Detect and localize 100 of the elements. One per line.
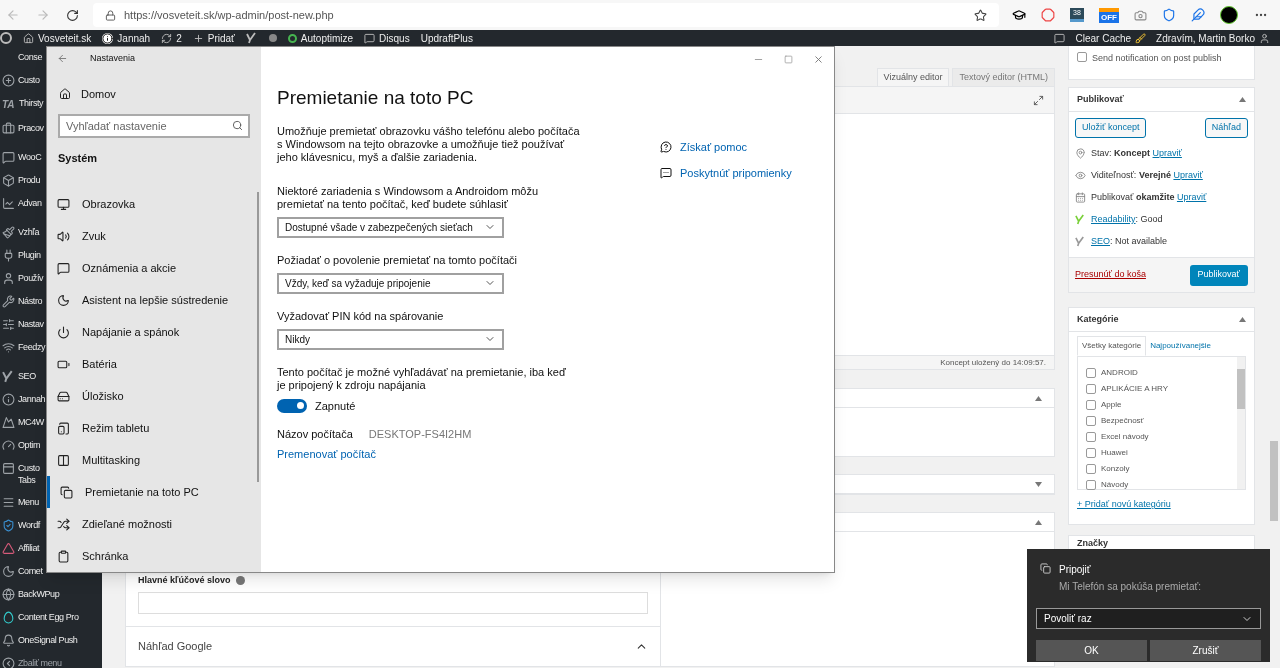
admin-menu-item[interactable]: BackWPup [18,588,60,600]
checkbox[interactable] [1086,368,1096,378]
admin-menu-item[interactable]: OneSignal Push [18,634,78,646]
nav-item[interactable]: Schránka [47,540,261,572]
checkbox[interactable] [1086,400,1096,410]
admin-menu-item[interactable]: Nastav [18,318,44,330]
stop-icon[interactable] [1041,8,1055,22]
nav-item[interactable]: Obrazovka [47,188,261,220]
collapse-arrow-icon[interactable] [1239,317,1246,322]
admin-menu-item[interactable]: Advan [18,197,42,209]
dropdown[interactable]: Dostupné všade v zabezpečených sieťach [277,216,504,238]
reload-icon[interactable] [66,8,79,22]
admin-menu-item[interactable]: Content Egg Pro [18,611,79,623]
admin-bar-link[interactable]: Zdravím, Martin Borko [1156,30,1255,46]
admin-bar-link[interactable]: Disqus [379,30,410,46]
address-field[interactable]: https://vosveteit.sk/wp-admin/post-new.php [93,3,999,27]
close-icon[interactable] [813,53,824,65]
dropdown[interactable]: Povoliť raz [1036,608,1261,629]
logo-icon[interactable] [0,32,12,44]
help-link[interactable]: Poskytnúť pripomienky [680,164,792,181]
admin-menu-item[interactable]: MC4W [18,416,44,428]
camera-icon[interactable] [1134,8,1147,22]
admin-bar-link[interactable]: Pridať [207,30,235,46]
admin-bar-link[interactable]: Vosveteit.sk [38,30,92,46]
scrollbar[interactable] [257,192,259,482]
dropdown[interactable]: Vždy, keď sa vyžaduje pripojenie [277,272,504,294]
admin-menu-item[interactable]: Thirsty [19,97,44,109]
tag-icon[interactable]: OFF [1099,7,1119,23]
checkbox[interactable] [1077,52,1087,62]
admin-menu-item[interactable]: Wordf [18,519,40,531]
admin-menu-item[interactable]: Custo [18,74,40,86]
admin-menu-item[interactable]: Comet [18,565,43,577]
help-link[interactable]: Získať pomoc [680,139,748,156]
admin-menu-item[interactable]: Pracov [18,122,44,134]
admin-menu-item[interactable]: Menu [18,496,39,508]
checkbox[interactable] [1086,432,1096,442]
home-link[interactable]: Domov [81,85,116,103]
nav-item[interactable]: Multitasking [47,444,261,476]
rename-link[interactable]: Premenovať počítač [277,445,657,462]
admin-menu-item[interactable]: Produ [18,174,41,186]
star-icon[interactable] [974,8,987,22]
edit-link[interactable]: Upraviť [1173,169,1203,180]
toast-button[interactable]: Zrušiť [1150,640,1261,661]
edit-link[interactable]: Upraviť [1176,191,1207,202]
admin-bar-link[interactable]: UpdraftPlus [420,30,473,46]
graduation-cap-icon[interactable] [1012,8,1026,22]
status-link[interactable]: SEO [1091,235,1110,246]
nav-item[interactable]: Režim tabletu [47,412,261,444]
feather-icon[interactable] [1191,8,1205,22]
admin-menu-item[interactable]: Custo Tabs [18,462,40,486]
toast-button[interactable]: OK [1036,640,1147,661]
expand-arrow-icon[interactable] [1035,481,1042,487]
status-link[interactable]: Readability [1091,213,1136,224]
checkbox[interactable] [1086,464,1096,474]
shield-icon[interactable] [1162,8,1176,22]
editor-tab[interactable]: Vizuálny editor [876,68,950,86]
avatar-icon[interactable] [1220,6,1238,24]
nav-item[interactable]: Oznámenia a akcie [47,252,261,284]
checkbox[interactable] [1086,416,1096,426]
category-tab[interactable]: Všetky kategórie [1077,336,1147,356]
admin-menu-item[interactable]: Affiliat [18,542,40,554]
checkbox[interactable] [1086,384,1096,394]
collapse-arrow-icon[interactable] [1035,395,1042,401]
back-icon[interactable] [57,52,68,64]
nav-item[interactable]: Batéria [47,348,261,380]
admin-bar-link[interactable]: Autoptimize [300,30,354,46]
admin-menu-item[interactable]: WooC [18,151,42,163]
admin-menu-item[interactable]: Nástro [18,295,43,307]
category-tab[interactable]: Najpoužívanejšie [1146,336,1216,356]
collapse-arrow-icon[interactable] [1239,97,1246,102]
nav-item[interactable]: Zdieľané možnosti [47,508,261,540]
keyword-input[interactable] [138,591,648,614]
checkbox[interactable] [1086,448,1096,458]
nav-item[interactable]: Úložisko [47,380,261,412]
dropdown[interactable]: Nikdy [277,328,504,350]
admin-menu-item[interactable]: Jannah [18,393,46,405]
trash-link[interactable]: Presunúť do koša [1075,268,1146,282]
help-icon[interactable] [235,576,245,586]
admin-menu-item[interactable]: Conse [18,51,43,63]
search-field[interactable]: Vyhľadať nastavenie [58,113,250,138]
collapse-arrow-icon[interactable] [1035,519,1042,525]
admin-bar-link[interactable]: Jannah [117,30,151,46]
add-category-link[interactable]: + Pridať novú kategóriu [1069,490,1254,512]
admin-menu-item[interactable]: Použív [18,272,44,284]
admin-menu-item[interactable]: Vzhľa [18,226,40,238]
publish-button[interactable]: Publikovať [1189,264,1248,286]
admin-menu-item[interactable]: SEO [18,370,36,382]
editor-tab[interactable]: Textový editor (HTML) [952,68,1055,86]
nav-item[interactable]: Zvuk [47,220,261,252]
preview-button[interactable]: Náhľad [1204,118,1248,138]
checkbox[interactable] [1086,480,1096,490]
admin-bar-link[interactable]: 2 [176,30,182,46]
nav-item[interactable]: Napájanie a spánok [47,316,261,348]
toggle-switch[interactable] [277,398,307,413]
admin-menu-item[interactable]: Feedzy [18,341,46,353]
admin-menu-item[interactable]: Optim [18,439,40,451]
admin-menu-item[interactable]: Zbaliť menu [18,657,62,668]
scrollbar[interactable] [1237,357,1245,489]
edit-link[interactable]: Upraviť [1152,147,1182,158]
fullscreen-icon[interactable] [1033,94,1044,106]
